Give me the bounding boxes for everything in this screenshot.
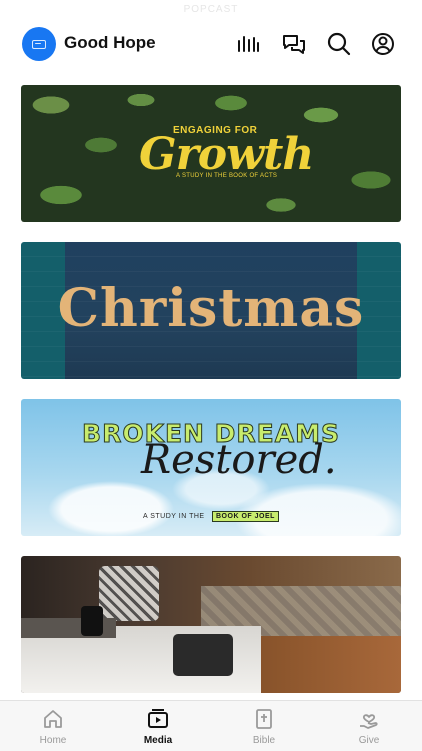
tab-bar: Home Media Bible Give bbox=[0, 700, 422, 751]
church-logo-icon[interactable] bbox=[22, 27, 56, 61]
card-subtitle: A STUDY IN THE bbox=[143, 513, 205, 520]
tab-label-give: Give bbox=[358, 735, 380, 746]
tab-give[interactable]: Give bbox=[329, 707, 409, 746]
media-card-christmas[interactable]: Christmas bbox=[21, 242, 401, 379]
app-title: Good Hope bbox=[64, 33, 156, 52]
give-heart-hand-icon bbox=[360, 714, 378, 729]
tab-media[interactable]: Media bbox=[118, 707, 198, 746]
audio-bars-icon[interactable] bbox=[235, 31, 261, 57]
card-subtitle: A STUDY IN THE BOOK OF ACTS bbox=[176, 173, 278, 179]
media-card-photo[interactable] bbox=[21, 556, 401, 693]
tab-label-media: Media bbox=[143, 735, 173, 746]
camera bbox=[173, 634, 233, 676]
chat-icon[interactable] bbox=[281, 31, 307, 57]
tab-home[interactable]: Home bbox=[13, 707, 93, 746]
status-faded-text: POPCAST bbox=[183, 4, 239, 15]
media-play-icon bbox=[148, 709, 168, 728]
search-icon[interactable] bbox=[326, 31, 352, 57]
bible-icon bbox=[256, 709, 272, 729]
tab-bible[interactable]: Bible bbox=[224, 707, 304, 746]
profile-icon[interactable] bbox=[370, 31, 396, 57]
media-card-growth[interactable]: ENGAGING FOR Growth A STUDY IN THE BOOK … bbox=[21, 85, 401, 222]
tab-label-bible: Bible bbox=[252, 735, 276, 746]
media-card-broken-dreams[interactable]: BROKEN DREAMS Restored. A STUDY IN THE B… bbox=[21, 399, 401, 536]
card-subtitle-box: BOOK OF JOEL bbox=[212, 511, 279, 522]
card-title: Christmas bbox=[57, 278, 365, 339]
home-icon bbox=[44, 710, 62, 728]
card-title: Restored. bbox=[141, 437, 337, 483]
app-header: Good Hope bbox=[0, 26, 422, 62]
camera-lens bbox=[81, 606, 103, 636]
pillow bbox=[99, 566, 159, 621]
tab-label-home: Home bbox=[39, 735, 67, 746]
